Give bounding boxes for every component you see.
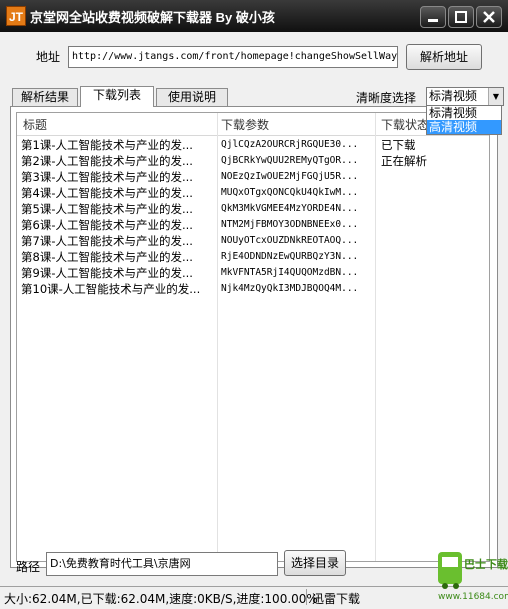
table-row[interactable]: 第6课-人工智能技术与产业的发... NTM2MjFBMOY3ODNBNEEx0.…	[17, 217, 489, 233]
column-header-title[interactable]: 标题	[23, 116, 47, 133]
cell-title: 第3课-人工智能技术与产业的发...	[21, 170, 193, 184]
thunder-download-button[interactable]: 迅雷下载	[312, 590, 360, 607]
cell-status: 已下载	[381, 138, 416, 152]
cell-param: NOEzQzIwOUE2MjFGQjU5R...	[221, 171, 359, 182]
table-row[interactable]: 第3课-人工智能技术与产业的发... NOEzQzIwOUE2MjFGQjU5R.…	[17, 169, 489, 185]
chevron-down-icon[interactable]: ▼	[488, 88, 503, 105]
table-row[interactable]: 第9课-人工智能技术与产业的发... MkVFNTA5RjI4QUQOMzdBN.…	[17, 265, 489, 281]
quality-selected-value: 标清视频	[429, 89, 478, 103]
cell-title: 第6课-人工智能技术与产业的发...	[21, 218, 193, 232]
cell-title: 第8课-人工智能技术与产业的发...	[21, 250, 193, 264]
tab-parse-result[interactable]: 解析结果	[12, 88, 78, 106]
status-text: 大小:62.04M,已下载:62.04M,速度:0KB/S,进度:100.00%	[4, 592, 318, 606]
status-bar: 大小:62.04M,已下载:62.04M,速度:0KB/S,进度:100.00%…	[0, 586, 508, 609]
cell-title: 第5课-人工智能技术与产业的发...	[21, 202, 193, 216]
column-header-status[interactable]: 下载状态	[381, 116, 429, 133]
select-directory-button[interactable]: 选择目录	[284, 550, 346, 576]
quality-select[interactable]: 标清视频 ▼	[426, 87, 504, 106]
title-bar[interactable]: JT 京堂网全站收费视频破解下载器 By 破小孩	[0, 0, 508, 32]
parse-address-button[interactable]: 解析地址	[406, 44, 482, 70]
path-input[interactable]: D:\免费教育时代工具\京唐网	[46, 552, 278, 576]
cell-param: QjBCRkYwQUU2REMyQTgOR...	[221, 155, 359, 166]
cell-status: 正在解析	[381, 154, 427, 168]
address-input[interactable]: http://www.jtangs.com/front/homepage!cha…	[68, 46, 398, 68]
status-divider	[306, 589, 307, 605]
column-header-param[interactable]: 下载参数	[221, 116, 269, 133]
cell-title: 第7课-人工智能技术与产业的发...	[21, 234, 193, 248]
window-title: 京堂网全站收费视频破解下载器 By 破小孩	[30, 10, 275, 25]
main-window: JT 京堂网全站收费视频破解下载器 By 破小孩 地址 http://www.j…	[0, 0, 508, 609]
cell-title: 第2课-人工智能技术与产业的发...	[21, 154, 193, 168]
cell-param: QjlCQzA2OURCRjRGQUE30...	[221, 139, 359, 150]
table-header: 标题 下载参数 下载状态	[17, 113, 489, 136]
cell-title: 第10课-人工智能技术与产业的发...	[21, 282, 201, 296]
watermark-url: www.11684.com	[438, 592, 508, 602]
cell-title: 第9课-人工智能技术与产业的发...	[21, 266, 193, 280]
tab-instructions[interactable]: 使用说明	[156, 88, 228, 106]
cell-title: 第1课-人工智能技术与产业的发...	[21, 138, 193, 152]
download-list-table[interactable]: 标题 下载参数 下载状态 第1课-人工智能技术与产业的发... QjlCQzA2O…	[16, 112, 490, 562]
table-row[interactable]: 第5课-人工智能技术与产业的发... QkM3MkVGMEE4MzYORDE4N.…	[17, 201, 489, 217]
cell-param: MUQxOTgxQONCQkU4QkIwM...	[221, 187, 359, 198]
table-row[interactable]: 第7课-人工智能技术与产业的发... NOUyOTcxOUZDNkREOTAOQ.…	[17, 233, 489, 249]
path-label: 路径	[16, 560, 41, 574]
cell-param: NOUyOTcxOUZDNkREOTAOQ...	[221, 235, 359, 246]
cell-param: RjE4ODNDNzEwQURBQzY3N...	[221, 251, 359, 262]
close-button[interactable]	[476, 6, 502, 28]
tab-download-list[interactable]: 下载列表	[80, 86, 154, 107]
cell-title: 第4课-人工智能技术与产业的发...	[21, 186, 193, 200]
quality-label: 清晰度选择	[356, 91, 417, 105]
cell-param: MkVFNTA5RjI4QUQOMzdBN...	[221, 267, 359, 278]
close-icon	[483, 11, 495, 23]
app-icon: JT	[6, 6, 26, 26]
maximize-button[interactable]	[448, 6, 474, 28]
quality-option-highlighted[interactable]: 高清视频	[427, 120, 501, 134]
quality-option[interactable]: 标清视频	[427, 106, 501, 120]
table-row[interactable]: 第4课-人工智能技术与产业的发... MUQxOTgxQONCQkU4QkIwM.…	[17, 185, 489, 201]
table-row[interactable]: 第10课-人工智能技术与产业的发... Njk4MzQyQkI3MDJBQOQ4M…	[17, 281, 489, 297]
watermark-text: 巴士下载	[464, 558, 508, 571]
cell-param: NTM2MjFBMOY3ODNBNEEx0...	[221, 219, 359, 230]
watermark-logo: 巴士下载 www.11684.com	[436, 548, 508, 606]
cell-param: Njk4MzQyQkI3MDJBQOQ4M...	[221, 283, 359, 294]
client-area: 地址 http://www.jtangs.com/front/homepage!…	[6, 32, 504, 602]
maximize-icon	[455, 11, 467, 23]
minimize-icon	[428, 19, 438, 22]
minimize-button[interactable]	[420, 6, 446, 28]
cell-param: QkM3MkVGMEE4MzYORDE4N...	[221, 203, 359, 214]
quality-dropdown-list: 标清视频 高清视频	[426, 105, 502, 135]
address-label: 地址	[36, 50, 61, 64]
table-row[interactable]: 第8课-人工智能技术与产业的发... RjE4ODNDNzEwQURBQzY3N.…	[17, 249, 489, 265]
table-row[interactable]: 第2课-人工智能技术与产业的发... QjBCRkYwQUU2REMyQTgOR.…	[17, 153, 489, 169]
table-row[interactable]: 第1课-人工智能技术与产业的发... QjlCQzA2OURCRjRGQUE30.…	[17, 137, 489, 153]
